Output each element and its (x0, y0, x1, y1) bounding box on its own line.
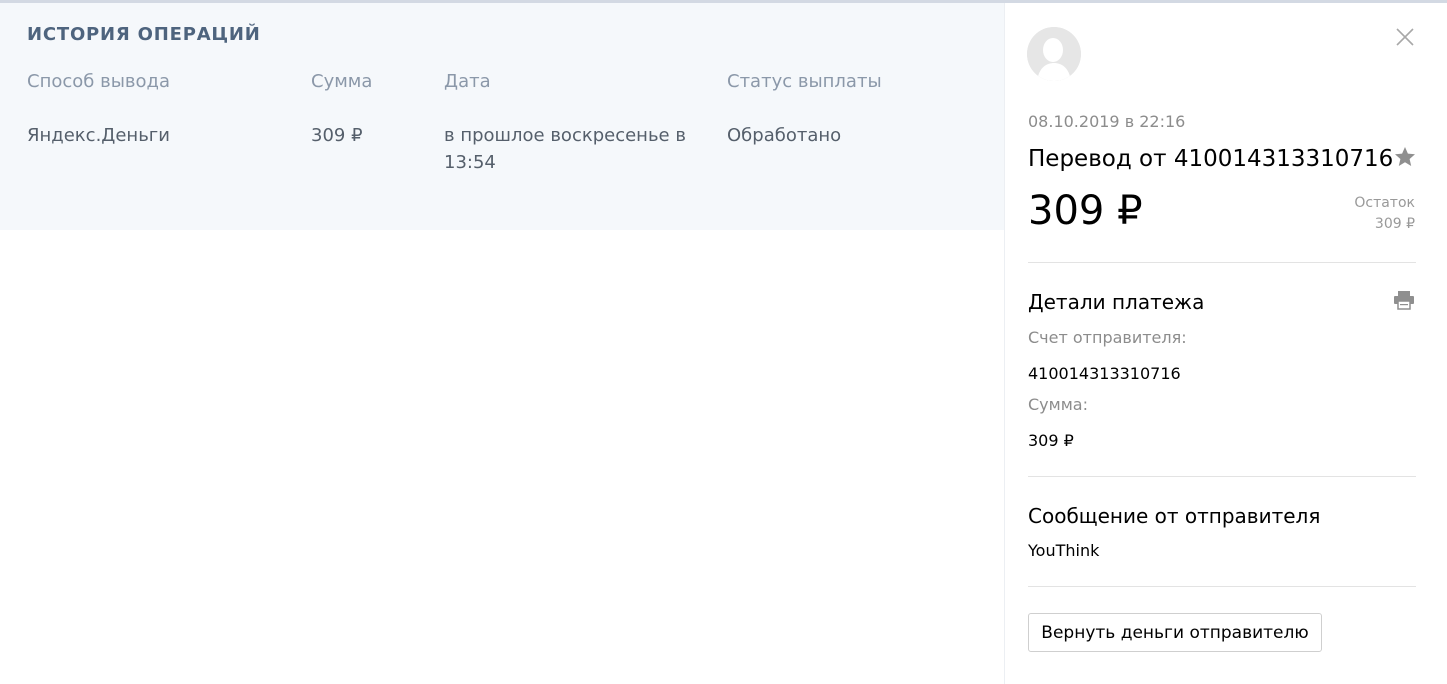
sender-message-title: Сообщение от отправителя (1028, 504, 1321, 528)
payment-details-title: Детали платежа (1028, 290, 1205, 314)
row-date[interactable]: в прошлое воскресенье в 13:54 (444, 122, 704, 176)
close-icon[interactable] (1393, 25, 1417, 49)
column-header-status: Статус выплаты (727, 71, 882, 92)
balance-value: 309 ₽ (1374, 216, 1415, 232)
refund-button[interactable]: Вернуть деньги отправителю (1028, 613, 1322, 652)
sum-label: Сумма: (1028, 395, 1088, 414)
history-title: ИСТОРИЯ ОПЕРАЦИЙ (27, 24, 261, 45)
sender-account-value: 410014313310716 (1028, 364, 1181, 383)
operation-title: Перевод от 410014313310716 (1028, 146, 1394, 172)
balance-label: Остаток (1354, 195, 1415, 211)
avatar (1027, 27, 1081, 81)
sender-message-text: YouThink (1028, 541, 1100, 560)
column-header-method: Способ вывода (27, 71, 170, 92)
row-method[interactable]: Яндекс.Деньги (27, 122, 170, 149)
divider (1028, 586, 1416, 587)
operations-history-panel: ИСТОРИЯ ОПЕРАЦИЙ Способ вывода Сумма Дат… (0, 3, 1004, 230)
operation-datetime: 08.10.2019 в 22:16 (1028, 112, 1186, 131)
sender-account-label: Счет отправителя: (1028, 328, 1187, 347)
operation-amount: 309 ₽ (1028, 188, 1143, 234)
operation-details-panel: 08.10.2019 в 22:16 Перевод от 4100143133… (1004, 3, 1447, 684)
star-icon[interactable] (1393, 145, 1417, 169)
column-header-amount: Сумма (311, 71, 373, 92)
divider (1028, 476, 1416, 477)
column-header-date: Дата (444, 71, 491, 92)
sum-value: 309 ₽ (1028, 431, 1074, 450)
row-amount[interactable]: 309 ₽ (311, 122, 363, 149)
row-status[interactable]: Обработано (727, 122, 841, 149)
user-silhouette-icon (1027, 27, 1081, 81)
printer-icon[interactable] (1393, 290, 1415, 310)
divider (1028, 262, 1416, 263)
